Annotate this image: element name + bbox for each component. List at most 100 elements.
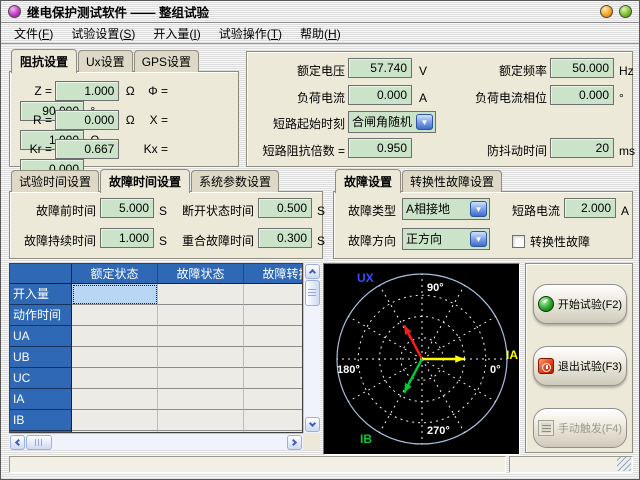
open-state-time-input[interactable]: 0.500: [258, 198, 312, 218]
start-test-icon: [538, 296, 554, 312]
start-test-button[interactable]: 开始试验(F2): [533, 284, 627, 324]
anti-shake-input[interactable]: 20: [550, 138, 614, 158]
minimize-button[interactable]: [600, 5, 613, 18]
kr-input[interactable]: 0.667: [55, 139, 119, 159]
load-current-phase-input[interactable]: 0.000: [550, 85, 614, 105]
tab-impedance-settings[interactable]: 阻抗设置: [11, 49, 77, 73]
kr-label: Kr =: [20, 142, 52, 156]
result-table: 额定状态 故障状态 故障转换 开入量 动作时间 UA UB: [9, 263, 320, 450]
short-current-label: 短路电流: [504, 200, 560, 222]
app-window: 继电保护测试软件 —— 整组试验 文件(F) 试验设置(S) 开入量(I) 试验…: [0, 0, 640, 480]
chevron-down-icon[interactable]: ▼: [470, 201, 487, 217]
tab-fault-time-settings[interactable]: 故障时间设置: [100, 169, 190, 193]
vertical-scroll-thumb[interactable]: [305, 280, 320, 306]
tab-fault-settings[interactable]: 故障设置: [335, 169, 401, 193]
menu-file[interactable]: 文件(F): [5, 23, 62, 44]
action-button-panel: 开始试验(F2) 退出试验(F3) 手动触发(F4): [525, 263, 633, 453]
chevron-right-icon: [290, 438, 297, 445]
convert-fault-checkbox-label: 转换性故障: [530, 235, 590, 249]
col-header-fault-convert[interactable]: 故障转换: [244, 264, 303, 284]
short-start-label: 短路起始时刻: [255, 113, 345, 135]
scroll-right-button[interactable]: [287, 435, 302, 450]
horizontal-scroll-thumb[interactable]: [26, 435, 52, 450]
pre-fault-time-input[interactable]: 5.000: [100, 198, 154, 218]
chevron-down-icon[interactable]: ▼: [416, 114, 433, 130]
z-label: Z =: [20, 84, 52, 98]
result-grid: 额定状态 故障状态 故障转换 开入量 动作时间 UA UB: [9, 263, 303, 433]
resize-grip[interactable]: [617, 457, 631, 471]
fault-direction-combobox[interactable]: 正方向 ▼: [402, 228, 490, 250]
phi-label: Φ =: [142, 84, 168, 98]
vertical-scrollbar[interactable]: [303, 263, 320, 433]
reclose-fault-time-label: 重合故障时间: [170, 230, 254, 252]
table-row: 动作时间: [10, 305, 302, 326]
rated-voltage-input[interactable]: 57.740: [348, 58, 412, 78]
vector-plot: [324, 264, 519, 454]
angle-label-270: 270°: [427, 425, 450, 437]
chevron-up-icon: [308, 269, 315, 276]
scroll-up-button[interactable]: [305, 264, 320, 279]
impedance-multiple-input[interactable]: 0.950: [348, 138, 412, 158]
tab-system-param-settings[interactable]: 系统参数设置: [191, 170, 279, 192]
fault-settings-panel: 故障设置 转换性故障设置 故障类型 A相接地 ▼ 短路电流 2.000 A 故障…: [333, 171, 633, 259]
exit-test-button[interactable]: 退出试验(F3): [533, 346, 627, 386]
table-row: UC: [10, 368, 302, 389]
scrollbar-corner: [303, 433, 320, 450]
reclose-fault-time-input[interactable]: 0.300: [258, 228, 312, 248]
table-row: IB: [10, 410, 302, 431]
table-corner-cell: [10, 264, 72, 284]
table-row: 开入量: [10, 284, 302, 305]
fault-duration-input[interactable]: 1.000: [100, 228, 154, 248]
anti-shake-label: 防抖动时间: [437, 140, 547, 162]
title-bar: 继电保护测试软件 —— 整组试验: [1, 1, 639, 23]
impedance-panel: 阻抗设置 Ux设置 GPS设置 Z = 1.000 Ω Φ = 90.000 °…: [9, 51, 239, 167]
chevron-left-icon: [15, 438, 22, 445]
col-header-rated-state[interactable]: 额定状态: [72, 264, 158, 284]
menu-binary-input[interactable]: 开入量(I): [144, 23, 209, 44]
load-current-phase-label: 负荷电流相位: [437, 87, 547, 109]
tab-gps-settings[interactable]: GPS设置: [134, 50, 199, 72]
short-start-combobox[interactable]: 合闸角随机 ▼: [348, 111, 436, 133]
tab-ux-settings[interactable]: Ux设置: [78, 50, 133, 72]
z-input[interactable]: 1.000: [55, 81, 119, 101]
selected-cell[interactable]: [72, 284, 158, 305]
exit-test-icon: [538, 358, 554, 374]
phase-label: IA: [506, 348, 518, 362]
x-label: X =: [142, 113, 168, 127]
convert-fault-checkbox[interactable]: [512, 235, 525, 248]
window-title: 继电保护测试软件 —— 整组试验: [27, 2, 594, 21]
scroll-down-button[interactable]: [305, 417, 320, 432]
tab-convert-fault-settings[interactable]: 转换性故障设置: [402, 170, 502, 192]
scroll-left-button[interactable]: [10, 435, 25, 450]
app-icon[interactable]: [8, 5, 21, 18]
rated-freq-input[interactable]: 50.000: [550, 58, 614, 78]
menu-test-settings[interactable]: 试验设置(S): [62, 23, 144, 44]
tab-test-time-settings[interactable]: 试验时间设置: [11, 170, 99, 192]
menu-test-operation[interactable]: 试验操作(T): [210, 23, 291, 44]
chevron-down-icon: [308, 420, 315, 427]
vector-diagram: 90° 180° 0° 270° UX IA IB: [323, 263, 520, 455]
load-current-input[interactable]: 0.000: [348, 85, 412, 105]
col-header-fault-state[interactable]: 故障状态: [158, 264, 244, 284]
r-input[interactable]: 0.000: [55, 110, 119, 130]
chevron-down-icon[interactable]: ▼: [470, 231, 487, 247]
load-current-label: 负荷电流: [255, 87, 345, 109]
table-row: UB: [10, 347, 302, 368]
fault-direction-label: 故障方向: [340, 230, 396, 252]
short-current-input[interactable]: 2.000: [564, 198, 616, 218]
manual-trigger-icon: [538, 420, 554, 436]
fault-time-panel: 试验时间设置 故障时间设置 系统参数设置 故障前时间 5.000 S 断开状态时…: [9, 171, 323, 259]
status-bar-right: [509, 456, 633, 473]
horizontal-scrollbar[interactable]: [9, 433, 303, 450]
angle-label-90: 90°: [427, 282, 444, 294]
kx-label: Kx =: [142, 142, 168, 156]
impedance-multiple-label: 短路阻抗倍数 =: [247, 140, 345, 162]
table-row: IA: [10, 389, 302, 410]
fault-type-combobox[interactable]: A相接地 ▼: [402, 198, 490, 220]
menu-help[interactable]: 帮助(H): [291, 23, 350, 44]
close-button[interactable]: [619, 5, 632, 18]
fault-type-label: 故障类型: [340, 200, 396, 222]
pre-fault-time-label: 故障前时间: [14, 200, 96, 222]
angle-label-0: 0°: [490, 364, 501, 376]
rated-freq-label: 额定频率: [437, 60, 547, 82]
